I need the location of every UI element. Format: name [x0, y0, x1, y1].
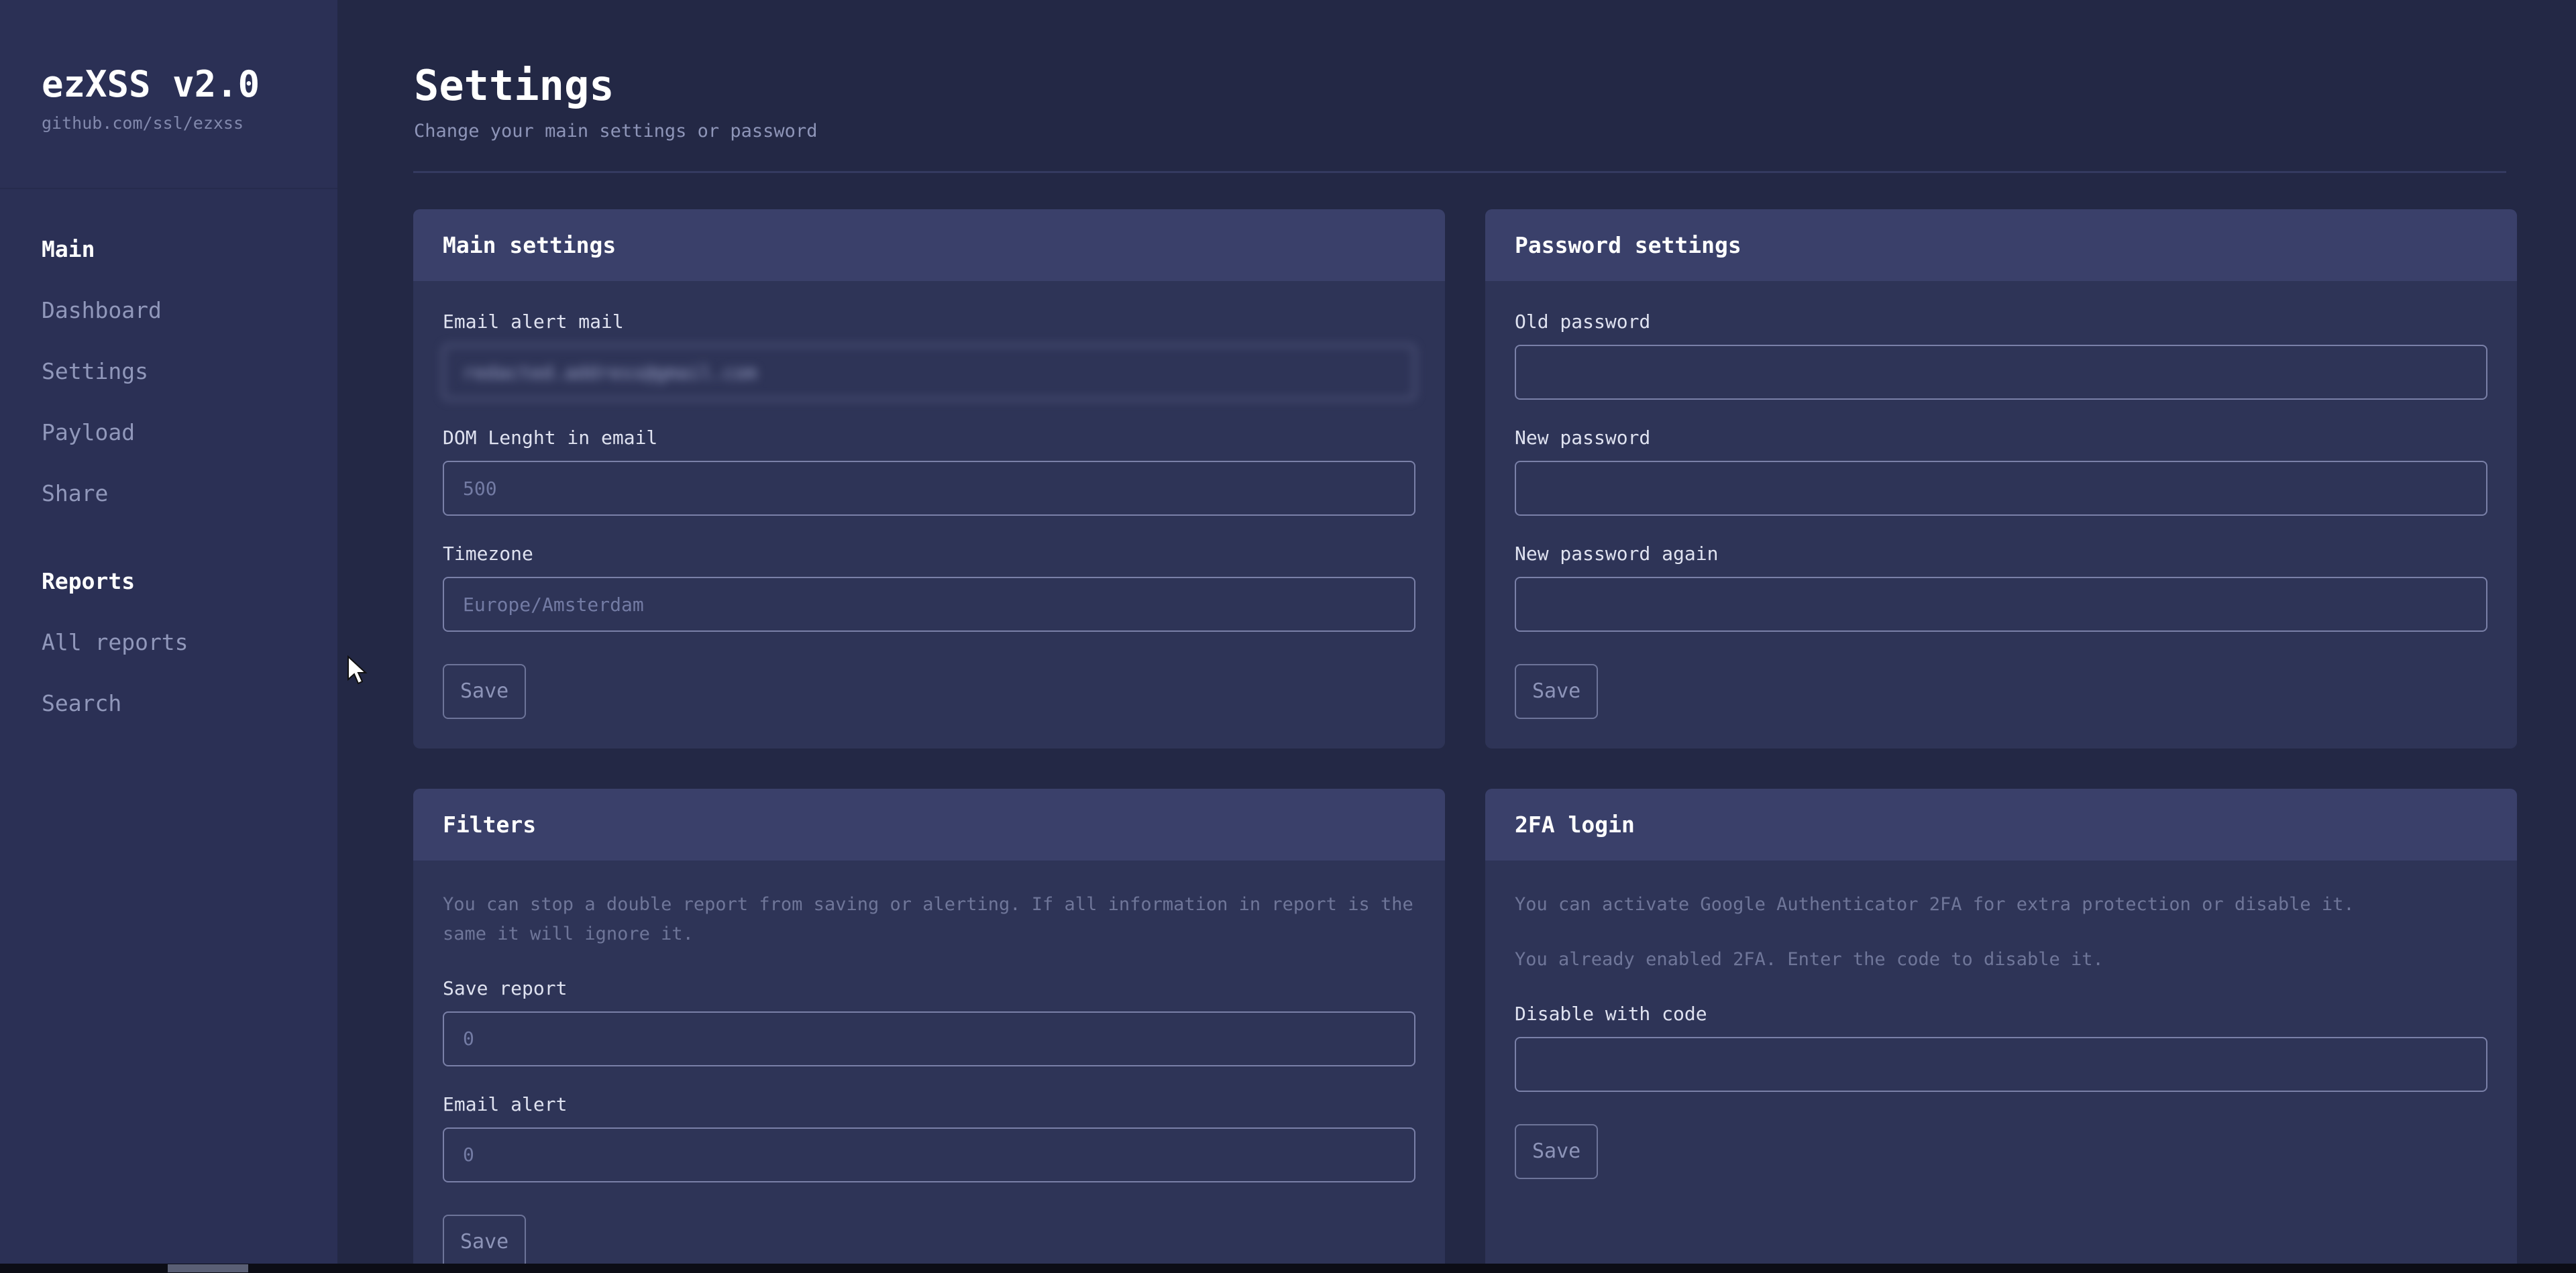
disable-with-code-label: Disable with code	[1515, 1002, 1707, 1025]
card-filters: Filters You can stop a double report fro…	[413, 789, 1445, 1273]
sidebar: ezXSS v2.0 github.com/ssl/ezxss Main Das…	[0, 0, 337, 1273]
new-password-again-input[interactable]	[1515, 577, 2487, 632]
email-alert-label: Email alert	[443, 1093, 568, 1115]
settings-card-grid: Main settings Email alert mail DOM Lengh…	[413, 209, 2576, 1273]
timezone-label: Timezone	[443, 543, 533, 565]
new-password-input[interactable]	[1515, 461, 2487, 516]
header-divider	[413, 171, 2506, 174]
sidebar-item-all-reports[interactable]: All reports	[0, 612, 337, 673]
page-subtitle: Change your main settings or password	[414, 121, 818, 142]
horizontal-scrollbar-thumb[interactable]	[168, 1264, 248, 1272]
page-header: Settings Change your main settings or pa…	[337, 0, 2576, 142]
card-filters-body: You can stop a double report from saving…	[413, 861, 1445, 1273]
card-2fa-login-header: 2FA login	[1485, 789, 2517, 861]
save-report-label: Save report	[443, 977, 568, 999]
twofa-note-activate: You can activate Google Authenticator 2F…	[1515, 894, 2355, 916]
brand-subtitle: github.com/ssl/ezxss	[42, 113, 244, 133]
card-password-settings: Password settings Old password New passw…	[1485, 209, 2517, 749]
filters-save-button[interactable]: Save	[443, 1214, 527, 1270]
new-password-label: New password	[1515, 427, 1651, 449]
card-main-settings-body: Email alert mail DOM Lenght in email Tim…	[413, 281, 1445, 749]
disable-with-code-input[interactable]	[1515, 1036, 2487, 1092]
nav-section-main: Main	[42, 236, 95, 262]
password-settings-save-button[interactable]: Save	[1515, 664, 1599, 720]
sidebar-nav: Main Dashboard Settings Payload Share Re…	[0, 189, 337, 734]
main-content: Settings Change your main settings or pa…	[337, 0, 2576, 1273]
dom-length-label: DOM Lenght in email	[443, 427, 658, 449]
card-password-settings-header: Password settings	[1485, 209, 2517, 282]
brand-title: ezXSS v2.0	[42, 63, 260, 105]
new-password-again-label: New password again	[1515, 543, 1719, 565]
card-main-settings: Main settings Email alert mail DOM Lengh…	[413, 209, 1445, 749]
sidebar-brand: ezXSS v2.0 github.com/ssl/ezxss	[0, 0, 337, 189]
sidebar-item-payload[interactable]: Payload	[0, 402, 337, 463]
timezone-input[interactable]	[443, 577, 1415, 632]
app-root: ezXSS v2.0 github.com/ssl/ezxss Main Das…	[0, 0, 2576, 1273]
card-filters-header: Filters	[413, 789, 1445, 861]
card-password-settings-body: Old password New password New password a…	[1485, 281, 2517, 749]
card-2fa-login: 2FA login You can activate Google Authen…	[1485, 789, 2517, 1273]
old-password-label: Old password	[1515, 311, 1651, 333]
sidebar-item-settings[interactable]: Settings	[0, 341, 337, 402]
sidebar-item-dashboard[interactable]: Dashboard	[0, 280, 337, 341]
sidebar-item-search[interactable]: Search	[0, 673, 337, 734]
horizontal-scrollbar[interactable]	[0, 1264, 2576, 1273]
sidebar-item-share[interactable]: Share	[0, 463, 337, 524]
page-title: Settings	[414, 61, 614, 110]
card-2fa-login-body: You can activate Google Authenticator 2F…	[1485, 861, 2517, 1208]
twofa-save-button[interactable]: Save	[1515, 1123, 1599, 1179]
old-password-input[interactable]	[1515, 345, 2487, 400]
filters-note: You can stop a double report from saving…	[443, 894, 1413, 944]
email-alert-mail-input[interactable]	[443, 345, 1415, 400]
email-alert-input[interactable]	[443, 1127, 1415, 1182]
email-alert-mail-label: Email alert mail	[443, 311, 624, 333]
main-settings-save-button[interactable]: Save	[443, 664, 527, 720]
dom-length-input[interactable]	[443, 461, 1415, 516]
save-report-input[interactable]	[443, 1011, 1415, 1066]
card-main-settings-header: Main settings	[413, 209, 1445, 282]
twofa-note-enabled: You already enabled 2FA. Enter the code …	[1515, 948, 2104, 970]
nav-section-reports: Reports	[42, 568, 136, 594]
